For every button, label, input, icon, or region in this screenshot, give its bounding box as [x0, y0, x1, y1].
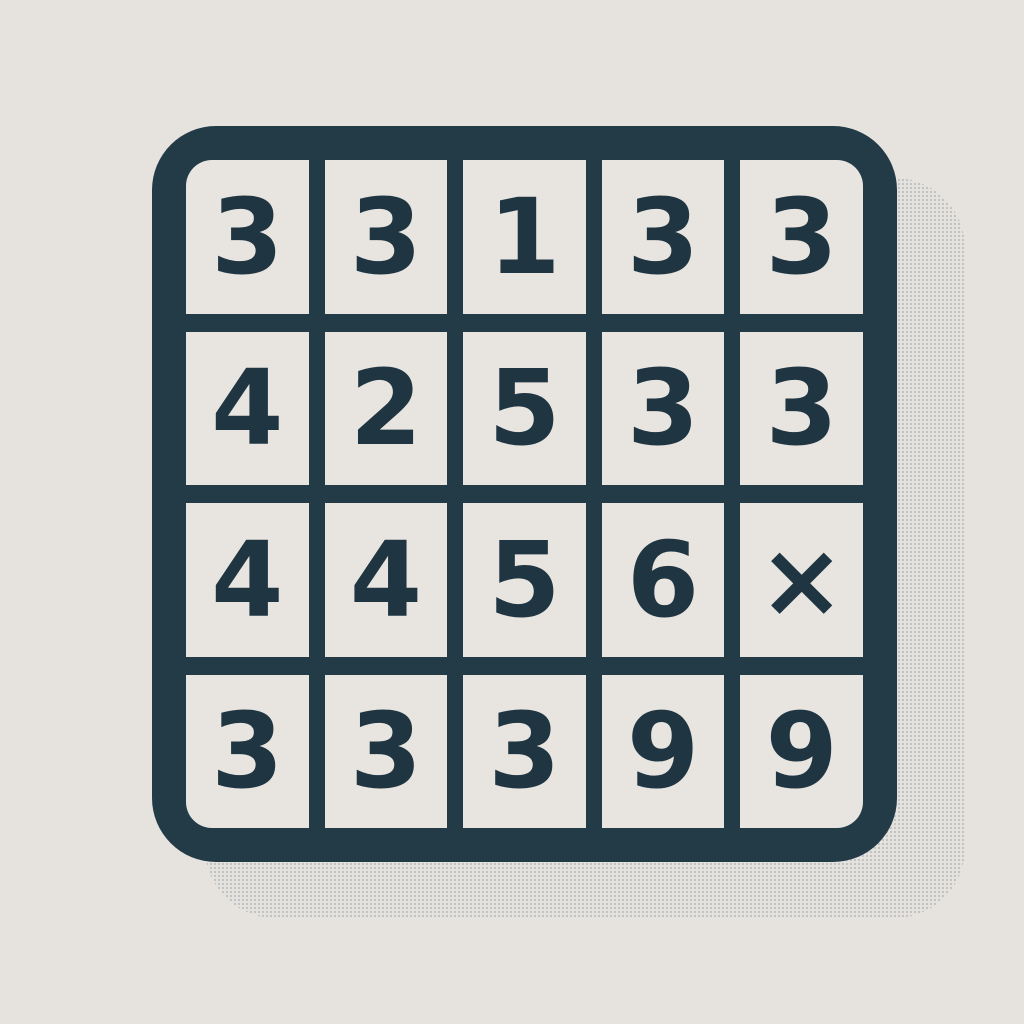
grid-cell-r3-c2[interactable]: 4	[324, 503, 448, 657]
grid-cell-r2-c2[interactable]: 2	[324, 331, 448, 485]
grid-cell-r2-c1[interactable]: 4	[186, 331, 309, 485]
grid-cell-r1-c3[interactable]: 1	[463, 160, 586, 314]
grid-cell-r2-c5[interactable]: 3	[740, 331, 863, 485]
grid-cell-r2-c3[interactable]: 5	[463, 331, 586, 485]
grid-cell-r1-c1[interactable]: 3	[186, 160, 309, 314]
grid-cell-r3-c5-x-mark[interactable]: ×	[740, 503, 863, 657]
grid-cell-r3-c1[interactable]: 4	[186, 503, 309, 657]
number-grid-board: 3 3 1 3 3 4 2 5 3 3 4 4 5 6 × 3 3 3 9 9	[152, 126, 897, 862]
grid-cell-r4-c4[interactable]: 9	[601, 674, 725, 828]
grid-cell-r1-c4[interactable]: 3	[601, 160, 725, 314]
grid-cell-r3-c4[interactable]: 6	[601, 503, 725, 657]
grid-cell-r4-c3[interactable]: 3	[463, 674, 586, 828]
grid-cell-r1-c5[interactable]: 3	[740, 160, 863, 314]
grid-cell-r3-c3[interactable]: 5	[463, 503, 586, 657]
grid-cell-r2-c4[interactable]: 3	[601, 331, 725, 485]
grid-cell-r4-c2[interactable]: 3	[324, 674, 448, 828]
grid-cell-r1-c2[interactable]: 3	[324, 160, 448, 314]
grid-cell-r4-c1[interactable]: 3	[186, 674, 309, 828]
grid-cell-r4-c5[interactable]: 9	[740, 674, 863, 828]
